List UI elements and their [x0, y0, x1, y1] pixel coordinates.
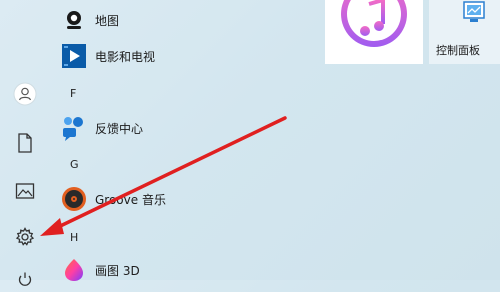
power-icon — [18, 272, 32, 286]
documents-button[interactable] — [12, 130, 38, 156]
movies-tv-icon — [60, 42, 88, 70]
control-panel-icon — [463, 1, 485, 22]
paint-3d-label: 画图 3D — [95, 263, 140, 278]
control-panel-tile[interactable]: 控制面板 — [429, 0, 500, 64]
maps-icon — [60, 6, 88, 34]
gear-icon — [15, 227, 35, 246]
feedback-hub-label: 反馈中心 — [95, 121, 144, 136]
section-letter-f[interactable]: F — [70, 87, 76, 100]
settings-button[interactable] — [12, 224, 38, 250]
start-menu-rail — [0, 0, 50, 286]
pictures-button[interactable] — [12, 178, 38, 204]
section-letter-g[interactable]: G — [70, 158, 79, 171]
list-item-paint-3d[interactable]: 画图 3D — [60, 252, 140, 288]
list-item-groove-music[interactable]: Groove 音乐 — [60, 181, 166, 217]
itunes-tile[interactable] — [325, 0, 423, 64]
feedback-hub-icon — [60, 114, 88, 142]
groove-music-icon — [60, 185, 88, 213]
section-letter-h[interactable]: H — [70, 231, 78, 244]
user-icon — [13, 82, 37, 106]
picture-icon — [15, 183, 35, 199]
control-panel-label: 控制面板 — [436, 44, 480, 57]
maps-label: 地图 — [95, 13, 120, 28]
user-account-button[interactable] — [12, 81, 38, 107]
document-icon — [18, 133, 32, 153]
list-item-movies-tv[interactable]: 电影和电视 — [60, 38, 155, 74]
groove-music-label: Groove 音乐 — [95, 192, 166, 207]
power-button[interactable] — [12, 266, 38, 292]
app-list: 地图 电影和电视 F 反馈中心 G Groove 音乐 H 画图 3D — [50, 0, 315, 281]
itunes-icon — [341, 0, 407, 47]
list-item-feedback-hub[interactable]: 反馈中心 — [60, 110, 143, 146]
movies-tv-label: 电影和电视 — [95, 49, 156, 64]
list-item-maps[interactable]: 地图 — [60, 2, 119, 38]
